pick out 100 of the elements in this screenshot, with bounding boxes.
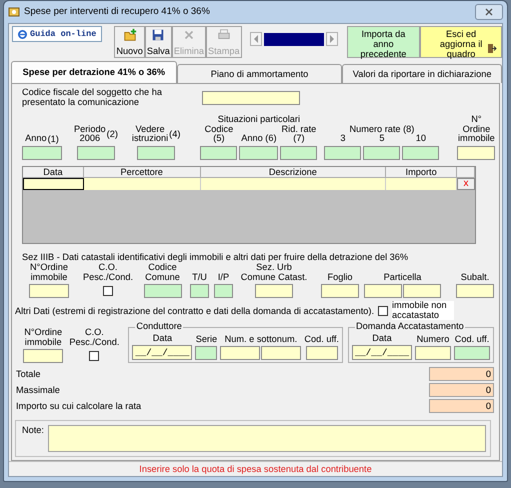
field-label: 10 [416,134,426,144]
codice-fiscale-label: Codice fiscale del soggetto che ha presentato la comunicazione [22,87,163,108]
group-heading: Numero rate (8) [349,124,414,134]
field-label: Data [372,334,392,344]
input-field[interactable] [190,284,209,298]
table-cell[interactable] [23,178,84,190]
total-field: 0 [429,399,494,414]
total-field: 0 [429,383,494,398]
window-title: Spese per interventi di recupero 41% o 36% [24,6,210,18]
delete-row-button[interactable]: x [457,178,475,190]
field-label: N° Ordine immobile [457,115,496,144]
field-label: Cod. uff. [304,334,339,344]
next-button[interactable] [326,32,338,46]
tab[interactable]: Piano di ammortamento [176,64,342,83]
input-field[interactable] [22,146,62,160]
input-field[interactable] [454,346,490,360]
input-field[interactable] [29,284,69,298]
input-field[interactable] [402,146,440,160]
exit-door-icon [487,43,497,54]
checkbox[interactable] [103,286,113,296]
total-label: Totale [16,369,41,380]
input-field[interactable] [200,146,238,160]
input-field[interactable] [23,349,64,364]
total-label: Massimale [16,385,60,396]
field-label: I/P [218,272,230,282]
input-field[interactable] [306,346,338,360]
date-field[interactable]: __/__/____ [132,345,192,360]
field-label: Num. e sottonum. [224,334,298,344]
close-icon [485,8,493,16]
folder-plus-icon [122,28,137,42]
note-label: Note: [22,425,44,438]
record-navigator [264,32,324,46]
right-triangle-icon [328,35,335,43]
footnote-label: (2) [106,129,118,140]
input-field[interactable] [144,284,182,298]
field-label: 3 [340,134,346,144]
field-label: Codice Comune [144,263,181,282]
field-label: Codice (5) [204,124,234,144]
input-field[interactable] [324,146,362,160]
input-field[interactable] [415,346,451,360]
field-label: Vedere istruzioni [132,124,168,144]
input-field[interactable] [261,346,302,360]
group-heading: Conduttore [135,320,183,331]
import-button[interactable]: Importa da anno precedente [346,26,420,58]
section-heading: Sez IIIB - Dati catastali identificativi degli immobili e altri dati per fruire della detrazione del 36% [22,252,410,262]
codice-fiscale-field[interactable] [202,91,300,105]
input-field[interactable] [280,146,318,160]
tab[interactable]: Spese per detrazione 41% o 36% [11,61,177,83]
field-label: 5 [379,134,384,144]
field-label: Foglio [327,272,353,282]
altri-dati-text: Altri Dati (estremi di registrazione del contratto e dati della domanda di accatastamento). [15,306,374,316]
checkbox[interactable] [89,351,100,362]
group-heading: Domanda Accatastamento [354,320,465,331]
field-label: Cod. uff. [454,334,490,344]
input-field[interactable] [76,146,115,160]
exit-button[interactable]: Esci ed aggiorna il quadro [420,26,502,58]
field-label: Anno [25,134,47,144]
field-label: Serie [196,334,218,344]
field-label: Rid. rate (7) [282,124,318,144]
checkbox-label: immobile non accatastato [392,301,454,320]
input-field[interactable] [255,284,293,298]
input-field[interactable] [457,146,496,160]
previous-button[interactable] [250,32,262,46]
input-field[interactable] [403,284,441,298]
column-header: Data [23,166,84,178]
input-field[interactable] [321,284,359,298]
field-label: Numero [416,334,450,344]
note-field[interactable] [48,425,486,452]
close-button[interactable] [475,4,503,20]
input-field[interactable] [456,284,494,298]
input-field[interactable] [239,146,278,160]
printer-icon [216,28,231,42]
input-field[interactable] [137,146,176,160]
app-icon [8,6,20,18]
total-field: 0 [429,367,494,382]
group-heading: Situazioni particolari [218,115,300,125]
checkbox[interactable] [378,306,388,316]
input-field[interactable] [195,346,218,360]
field-label: Particella [384,272,422,282]
field-label: Periodo 2006 [74,124,106,144]
input-field[interactable] [363,146,400,160]
input-field[interactable] [220,346,260,360]
total-label: Importo su cui calcolare la rata [16,401,142,412]
tab[interactable]: Valori da riportare in dichiarazione [342,64,502,83]
footnote-label: (1) [48,134,59,144]
toolbar-button[interactable]: Salva [144,26,172,58]
field-label: Sez. Urb Comune Catast. [240,263,308,282]
date-field[interactable]: __/__/____ [352,345,412,360]
field-label: Data [152,334,172,344]
field-label: N°Ordine immobile [29,263,69,282]
help-button[interactable]: Guida on-line [12,26,102,42]
field-label: C.O. Pesc./Cond. [82,263,134,282]
status-message: Inserire solo la quota di spesa sostenuta dal contribuente [9,461,502,476]
input-field[interactable] [214,284,233,298]
footnote-label: (4) [169,129,180,140]
globe-icon [18,30,27,38]
input-field[interactable] [364,284,402,298]
toolbar-button[interactable]: Nuovo [114,26,145,58]
field-label: Anno (6) [241,134,277,144]
field-label: T/U [192,272,207,282]
